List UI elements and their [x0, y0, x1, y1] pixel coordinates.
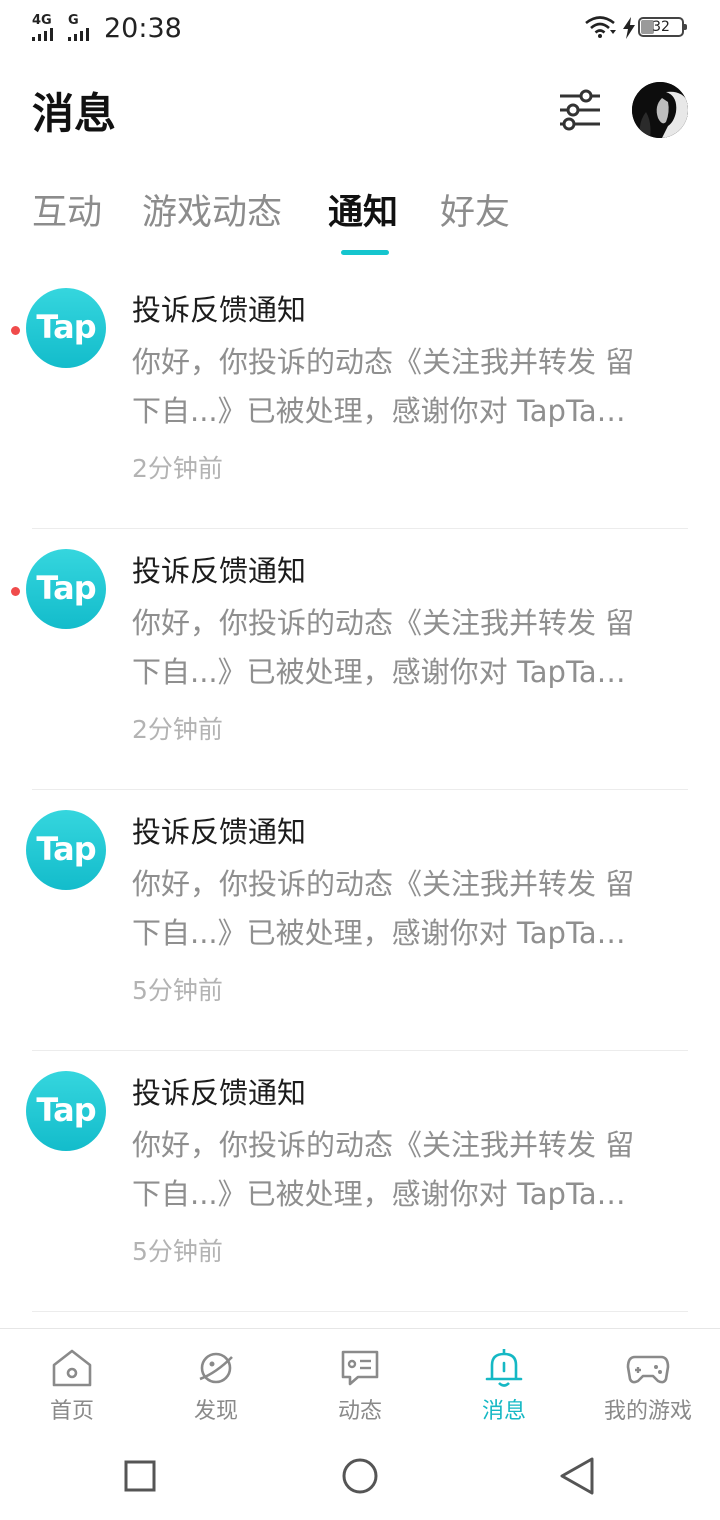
nav-item-my-games[interactable]: 我的游戏 [576, 1329, 720, 1433]
network-type-label: G [68, 13, 79, 28]
notification-time: 2分钟前 [132, 454, 223, 483]
active-tab-indicator [341, 250, 389, 255]
list-item[interactable]: Tap 投诉反馈通知 你好，你投诉的动态《关注我并转发 留 下自...》已被处理… [0, 1051, 720, 1312]
avatar[interactable] [632, 82, 688, 138]
gamepad-icon [626, 1355, 670, 1384]
system-nav-bar [0, 1432, 720, 1520]
notification-body-line: 下自...》已被处理，感谢你对 TapTa… [132, 394, 626, 428]
nav-label: 首页 [49, 1399, 94, 1424]
notification-time: 5分钟前 [132, 976, 223, 1005]
divider [32, 1311, 688, 1312]
logo-text: Tap [36, 1091, 96, 1129]
battery-level: 32 [652, 19, 670, 35]
unread-dot [11, 326, 20, 335]
notification-title: 投诉反馈通知 [132, 293, 307, 327]
notification-title: 投诉反馈通知 [132, 1076, 307, 1110]
logo-text: Tap [36, 308, 96, 346]
nav-item-home[interactable]: 首页 [0, 1329, 144, 1433]
home-circle-icon[interactable] [330, 1446, 390, 1506]
nav-label: 动态 [337, 1399, 382, 1424]
list-item[interactable]: Tap 投诉反馈通知 你好，你投诉的动态《关注我并转发 留 下自...》已被处理… [0, 268, 720, 529]
status-bar: 4G G 20:38 32 [0, 0, 720, 56]
notification-body-line: 你好，你投诉的动态《关注我并转发 留 [132, 867, 635, 901]
planet-icon [199, 1352, 233, 1384]
list-item[interactable]: Tap 投诉反馈通知 你好，你投诉的动态《关注我并转发 留 下自...》已被处理… [0, 790, 720, 1051]
bottom-nav: 首页 发现 动态 消息 我的游戏 [0, 1328, 720, 1433]
notification-body-line: 下自...》已被处理，感谢你对 TapTa… [132, 1177, 626, 1211]
notification-body-line: 你好，你投诉的动态《关注我并转发 留 [132, 345, 635, 379]
wifi-icon [585, 16, 616, 38]
network-type-label: 4G [32, 13, 52, 28]
unread-dot [11, 587, 20, 596]
tab-notifications[interactable]: 通知 [328, 186, 398, 240]
avatar-image [632, 82, 688, 138]
clock: 20:38 [104, 13, 182, 44]
notification-title: 投诉反馈通知 [132, 815, 307, 849]
filter-sliders-icon[interactable] [556, 88, 604, 132]
logo-text: Tap [36, 830, 96, 868]
nav-label: 我的游戏 [603, 1399, 692, 1424]
home-icon [52, 1349, 92, 1387]
notification-body: 你好，你投诉的动态《关注我并转发 留 下自...》已被处理，感谢你对 TapTa… [132, 338, 688, 436]
nav-item-messages[interactable]: 消息 [432, 1329, 576, 1433]
notification-time: 5分钟前 [132, 1237, 223, 1266]
page-title: 消息 [32, 89, 117, 138]
tab-game-updates[interactable]: 游戏动态 [142, 186, 282, 240]
notification-time: 2分钟前 [132, 715, 223, 744]
notification-body-line: 下自...》已被处理，感谢你对 TapTa… [132, 655, 626, 689]
nav-label: 消息 [481, 1399, 526, 1424]
notification-body: 你好，你投诉的动态《关注我并转发 留 下自...》已被处理，感谢你对 TapTa… [132, 599, 688, 697]
charging-icon [623, 17, 635, 39]
taptap-logo-icon: Tap [26, 810, 106, 890]
logo-text: Tap [36, 569, 96, 607]
tab-interaction[interactable]: 互动 [32, 186, 102, 240]
nav-item-feed[interactable]: 动态 [288, 1329, 432, 1433]
taptap-logo-icon: Tap [26, 549, 106, 629]
notification-body: 你好，你投诉的动态《关注我并转发 留 下自...》已被处理，感谢你对 TapTa… [132, 860, 688, 958]
notification-body-line: 下自...》已被处理，感谢你对 TapTa… [132, 916, 626, 950]
nav-item-discover[interactable]: 发现 [144, 1329, 288, 1433]
notification-body-line: 你好，你投诉的动态《关注我并转发 留 [132, 1128, 635, 1162]
tab-friends[interactable]: 好友 [440, 186, 510, 240]
list-item[interactable]: Tap 投诉反馈通知 你好，你投诉的动态《关注我并转发 留 下自...》已被处理… [0, 529, 720, 790]
notification-title: 投诉反馈通知 [132, 554, 307, 588]
taptap-logo-icon: Tap [26, 1071, 106, 1151]
battery-icon: 32 [638, 17, 687, 37]
nav-label: 发现 [193, 1399, 238, 1424]
tab-bar: 互动 游戏动态 通知 好友 [0, 186, 720, 256]
notification-body-line: 你好，你投诉的动态《关注我并转发 留 [132, 606, 635, 640]
notification-body: 你好，你投诉的动态《关注我并转发 留 下自...》已被处理，感谢你对 TapTa… [132, 1121, 688, 1219]
bell-icon [485, 1349, 523, 1387]
chat-card-icon [341, 1350, 379, 1386]
recents-square-icon[interactable] [110, 1446, 170, 1506]
back-triangle-icon[interactable] [548, 1446, 608, 1506]
taptap-logo-icon: Tap [26, 288, 106, 368]
